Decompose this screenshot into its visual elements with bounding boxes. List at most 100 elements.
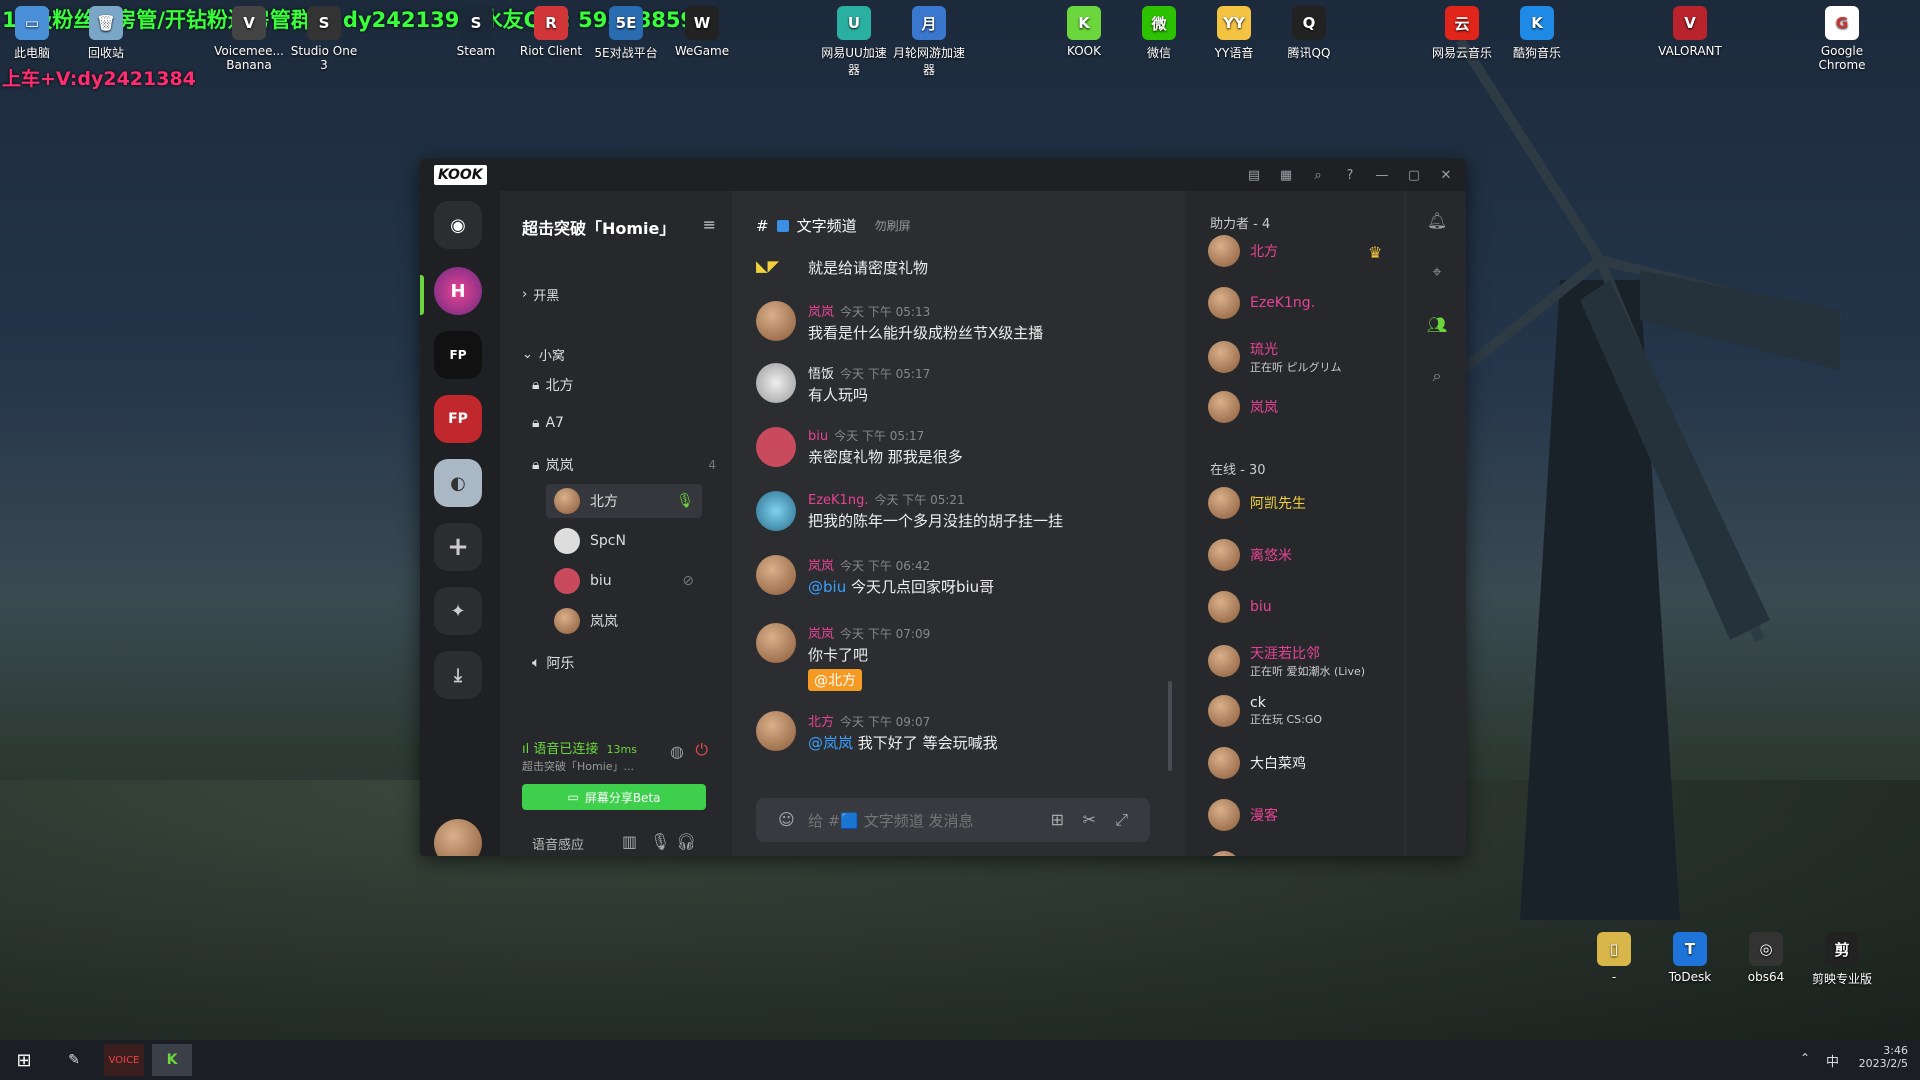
member-item[interactable]: 岚岚 (1208, 391, 1398, 423)
message-author[interactable]: 岚岚 (808, 559, 834, 574)
ime-indicator[interactable]: 中 (1826, 1051, 1839, 1070)
bell-icon[interactable]: 🔔︎ (1426, 209, 1448, 231)
taskbar-app-voicemeeter-icon[interactable]: VOICE (104, 1044, 144, 1076)
desktop-icon[interactable]: YY YY语音 (1198, 6, 1270, 61)
server-homie-icon[interactable]: H (434, 267, 482, 315)
channel-lanlan[interactable]: 🔒︎ 岚岚 4 (532, 455, 716, 475)
gift-icon[interactable]: ▦ (1276, 165, 1296, 185)
server-anime-icon[interactable]: ◐ (434, 459, 482, 507)
close-button[interactable]: ✕ (1436, 165, 1456, 185)
member-item[interactable]: 琉光 正在听 ピルグリム (1208, 339, 1398, 375)
voice-user-lanlan[interactable]: 岚岚 (546, 604, 702, 638)
avatar[interactable] (756, 711, 796, 751)
member-item[interactable]: biu (1208, 591, 1398, 623)
desktop-icon[interactable]: S Steam (440, 6, 512, 58)
server-partner-icon[interactable]: FP (434, 331, 482, 379)
desktop-icon[interactable]: V Voicemee... Banana (213, 6, 285, 72)
avatar[interactable] (756, 427, 796, 467)
message-input[interactable] (806, 808, 1050, 834)
desktop-icon[interactable]: ◎ obs64 (1730, 932, 1802, 984)
search-icon[interactable]: ⌕ (1308, 165, 1328, 185)
desktop-icon[interactable]: ▯ - (1578, 932, 1650, 984)
avatar[interactable] (756, 623, 796, 663)
message-author[interactable]: 岚岚 (808, 305, 834, 320)
emoji-picker-icon[interactable]: ☺ (778, 810, 795, 829)
member-item[interactable]: ck 正在玩 CS:GO (1208, 695, 1398, 727)
desktop-icon[interactable]: U 网易UU加速器 (818, 6, 890, 78)
message-author[interactable]: 岚岚 (808, 627, 834, 642)
voice-user-spcn[interactable]: SpcN (546, 524, 702, 558)
desktop-icon[interactable]: 剪剪映专业版 (1806, 932, 1878, 987)
mic-icon[interactable]: 🎙︎ (650, 832, 670, 851)
member-item[interactable]: 离悠米 (1208, 539, 1398, 571)
desktop-icon[interactable]: T ToDesk (1654, 932, 1726, 984)
member-item[interactable]: EzeK1ng. (1208, 287, 1398, 319)
equalizer-icon[interactable]: ▥ (622, 832, 637, 851)
download-icon[interactable]: ⤓ (434, 651, 482, 699)
message-author[interactable]: 北方 (808, 715, 834, 730)
member-item[interactable]: doublepig (1208, 851, 1398, 856)
desktop-icon[interactable]: K KOOK (1048, 6, 1120, 58)
mention[interactable]: @biu (808, 578, 846, 596)
add-server-icon[interactable]: + (434, 523, 482, 571)
desktop-icon[interactable]: V VALORANT (1654, 6, 1726, 58)
voice-mode[interactable]: 语音感应 (532, 834, 584, 853)
clock[interactable]: 3:46 2023/2/5 (1852, 1044, 1908, 1070)
category-xiaowo[interactable]: ⌄ 小窝 (522, 345, 565, 364)
channel-a7[interactable]: 🔒︎ A7 (532, 415, 564, 431)
pin-icon[interactable]: ⌖ (1426, 261, 1448, 283)
message-author[interactable]: EzeK1ng. (808, 493, 868, 508)
member-item[interactable]: 天涯若比邻 正在听 爱如潮水 (Live) (1208, 643, 1398, 679)
avatar[interactable] (756, 301, 796, 341)
members-icon[interactable]: 👥︎ (1426, 313, 1448, 335)
channel-ale[interactable]: 🔈︎ 阿乐 (532, 653, 574, 673)
category-kaihei[interactable]: › 开黑 (522, 285, 559, 304)
desktop-icon[interactable]: ▭ 此电脑 (0, 6, 68, 61)
member-item[interactable]: 漫客 (1208, 799, 1398, 831)
server-menu-icon[interactable]: ≡ (703, 215, 716, 234)
taskbar-app-pen-icon[interactable]: ✎ (54, 1044, 94, 1076)
inbox-icon[interactable]: ▤ (1244, 165, 1264, 185)
desktop-icon[interactable]: Q 腾讯QQ (1273, 6, 1345, 61)
desktop-icon[interactable]: 5E 5E对战平台 (590, 6, 662, 61)
add-attachment-icon[interactable]: ⊞ (1051, 810, 1064, 829)
desktop-icon[interactable]: 月月轮网游加速器 (893, 6, 965, 78)
maximize-button[interactable]: ▢ (1404, 165, 1424, 185)
mention[interactable]: @岚岚 (808, 734, 853, 752)
chat-scrollbar[interactable] (1168, 681, 1172, 771)
scissors-icon[interactable]: ✂ (1083, 810, 1096, 829)
taskbar-app-kook-icon[interactable]: K (152, 1044, 192, 1076)
headphones-icon[interactable]: 🎧︎ (676, 832, 696, 851)
noise-icon[interactable]: ◍ (670, 742, 684, 761)
desktop-icon[interactable]: R Riot Client (515, 6, 587, 58)
desktop-icon[interactable]: G Google Chrome (1806, 6, 1878, 72)
tray-chevron-up-icon[interactable]: ⌃ (1800, 1051, 1810, 1065)
desktop-icon[interactable]: K 酷狗音乐 (1501, 6, 1573, 61)
avatar[interactable] (756, 363, 796, 403)
server-fp-icon[interactable]: FP (434, 395, 482, 443)
desktop-icon[interactable]: 云网易云音乐 (1426, 6, 1498, 61)
avatar[interactable] (756, 555, 796, 595)
member-item[interactable]: 阿凯先生 (1208, 487, 1398, 519)
server-name[interactable]: 超击突破「Homie」 (522, 215, 675, 239)
member-item[interactable]: 大白菜鸡 (1208, 747, 1398, 779)
desktop-icon[interactable]: 微微信 (1123, 6, 1195, 61)
message-author[interactable]: biu (808, 429, 828, 444)
windows-start-icon[interactable]: ⊞ (4, 1044, 44, 1076)
user-avatar[interactable] (434, 819, 482, 856)
search-icon[interactable]: ⌕ (1426, 365, 1448, 387)
mention-badge[interactable]: @北方 (808, 669, 862, 691)
voice-user-biu[interactable]: biu ⊘ (546, 564, 702, 598)
avatar[interactable] (756, 491, 796, 531)
screen-share-button[interactable]: ▭ 屏幕分享Beta (522, 784, 706, 810)
help-icon[interactable]: ? (1340, 165, 1360, 185)
expand-icon[interactable]: ⤢ (1115, 810, 1128, 830)
minimize-button[interactable]: — (1372, 165, 1392, 185)
desktop-icon[interactable]: W WeGame (666, 6, 738, 58)
desktop-icon[interactable]: S Studio One 3 (288, 6, 360, 72)
direct-messages-icon[interactable]: ◉ (434, 201, 482, 249)
discover-icon[interactable]: ✦ (434, 587, 482, 635)
disconnect-icon[interactable]: ⏻ (695, 740, 708, 760)
message-author[interactable]: 悟饭 (808, 367, 834, 382)
voice-user-beifang[interactable]: 北方 🎙︎ (546, 484, 702, 518)
